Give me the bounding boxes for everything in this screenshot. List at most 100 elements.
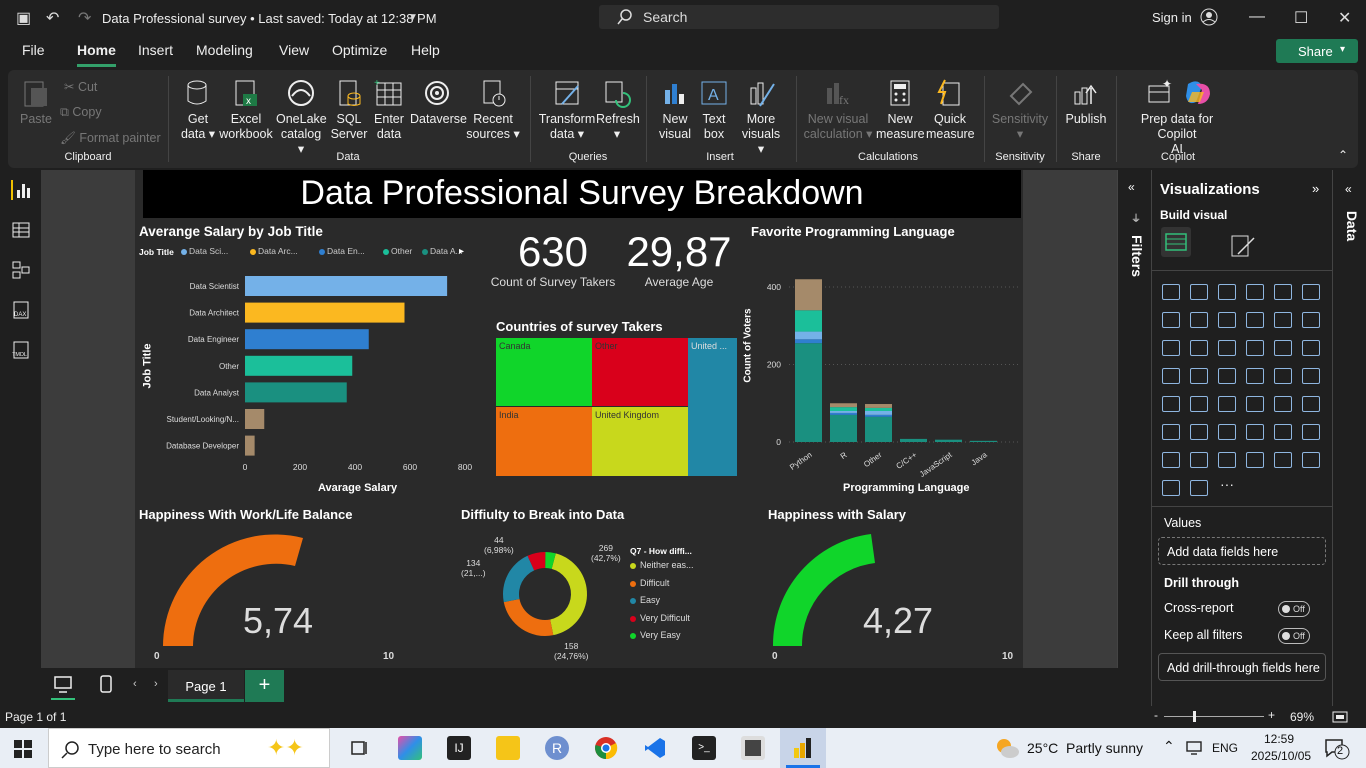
line-icon[interactable] <box>1162 312 1180 328</box>
format-visual-tab-icon[interactable] <box>1228 232 1256 260</box>
treemap-cell-india[interactable]: India <box>496 407 592 476</box>
filters-pane[interactable]: « ⏚ Filters <box>1117 170 1151 668</box>
donut-icon[interactable] <box>1302 340 1320 356</box>
taskbar-search[interactable]: Type here to search ✦✦ <box>48 728 330 768</box>
card-icon[interactable] <box>1302 368 1320 384</box>
menu-optimize[interactable]: Optimize <box>332 42 387 58</box>
paginated-icon[interactable] <box>1162 452 1180 468</box>
menu-insert[interactable]: Insert <box>138 42 173 58</box>
menu-file[interactable]: File <box>22 42 45 58</box>
publish-button[interactable]: Publish <box>1062 78 1110 127</box>
multi-card-icon[interactable] <box>1162 396 1180 412</box>
menu-home[interactable]: Home <box>77 42 116 67</box>
zoom-out-icon[interactable]: - <box>1154 708 1158 722</box>
collapse-left-icon[interactable]: « <box>1128 180 1135 194</box>
shape-map-icon[interactable] <box>1302 452 1320 468</box>
windows-start-icon[interactable] <box>14 740 32 758</box>
filters-label[interactable]: Filters <box>1129 235 1145 277</box>
100-column-icon[interactable] <box>1302 284 1320 300</box>
clustered-column-icon[interactable] <box>1246 284 1264 300</box>
redo-icon[interactable]: ↷ <box>78 8 91 28</box>
chevron-down-icon[interactable]: ▼ <box>408 12 418 23</box>
treemap-cell-united-kingdom[interactable]: United Kingdom <box>592 407 688 476</box>
dataverse-button[interactable]: Dataverse <box>410 78 467 127</box>
undo-icon[interactable]: ↶ <box>46 8 59 28</box>
treemap-cell-other[interactable]: Other <box>592 338 688 406</box>
stacked-area-icon[interactable] <box>1218 312 1236 328</box>
100-bar-icon[interactable] <box>1274 284 1292 300</box>
zoom-slider-thumb[interactable] <box>1193 711 1196 722</box>
azure-map-icon[interactable] <box>1246 368 1264 384</box>
report-view-icon[interactable] <box>11 180 31 200</box>
waterfall-icon[interactable] <box>1190 340 1208 356</box>
network-icon[interactable] <box>1186 740 1204 756</box>
table-icon[interactable] <box>1246 396 1264 412</box>
text-box-button[interactable]: A Text box <box>696 78 732 142</box>
stacked-bar-icon[interactable] <box>1162 284 1180 300</box>
new-visual-calculation-button[interactable]: fx New visual calculation ▾ <box>803 78 873 142</box>
refresh-button[interactable]: Refresh ▾ <box>596 78 640 142</box>
onelake-catalog-button[interactable]: OneLake catalog ▾ <box>276 78 327 157</box>
power-automate-icon[interactable] <box>1218 452 1236 468</box>
clock-date[interactable]: 2025/10/05 <box>1251 749 1311 763</box>
page-tab-1[interactable]: Page 1 <box>168 670 244 702</box>
close-icon[interactable]: ✕ <box>1338 8 1351 28</box>
account-icon[interactable] <box>1200 8 1218 26</box>
cross-report-toggle[interactable]: Off <box>1278 601 1310 617</box>
dax-query-view-icon[interactable]: DAX <box>11 300 31 320</box>
power-fx-icon[interactable] <box>1190 480 1208 496</box>
decomposition-tree-icon[interactable] <box>1218 424 1236 440</box>
sensitivity-button[interactable]: Sensitivity ▾ <box>990 78 1050 142</box>
desktop-layout-icon[interactable] <box>53 674 73 696</box>
gauge-icon[interactable] <box>1274 368 1292 384</box>
scatter-icon[interactable] <box>1246 340 1264 356</box>
format-painter-button[interactable]: 🖌 Format painter <box>60 131 161 146</box>
transform-data-button[interactable]: Transform data ▾ <box>538 78 596 142</box>
search-input[interactable]: Search <box>599 5 999 29</box>
values-drop-well[interactable]: Add data fields here <box>1158 537 1326 565</box>
tmdl-view-icon[interactable]: TMDL <box>11 340 31 360</box>
mobile-layout-icon[interactable] <box>99 674 113 696</box>
funnel-icon[interactable] <box>1218 340 1236 356</box>
legend-next-icon[interactable]: ▸ <box>459 246 464 257</box>
data-label[interactable]: Data <box>1344 211 1360 241</box>
add-page-button[interactable]: + <box>245 670 284 702</box>
clustered-bar-icon[interactable] <box>1218 284 1236 300</box>
new-visual-button[interactable]: New visual <box>656 78 694 142</box>
goals-icon[interactable] <box>1302 424 1320 440</box>
language-stacked-bar-chart[interactable]: 400 200 0 Python R Other C/C++ JavaScript Java <box>755 270 1023 480</box>
r-app-icon[interactable]: R <box>545 736 569 760</box>
photos-app-icon[interactable] <box>398 736 422 760</box>
recent-sources-button[interactable]: Recent sources ▾ <box>466 78 520 142</box>
100-area-icon[interactable] <box>1246 312 1264 328</box>
treemap-cell-canada[interactable]: Canada <box>496 338 592 406</box>
salary-bar-chart[interactable]: Data Scientist Data Architect Data Enginee… <box>135 266 485 498</box>
terminal-icon[interactable]: >_ <box>692 736 716 760</box>
map-icon[interactable] <box>1190 368 1208 384</box>
key-influencers-icon[interactable] <box>1190 424 1208 440</box>
arcgis-icon[interactable] <box>1246 452 1264 468</box>
quick-measure-button[interactable]: Quick measure <box>926 78 975 142</box>
cut-button[interactable]: ✂ Cut <box>64 79 97 94</box>
expand-right-icon[interactable]: » <box>1312 181 1319 196</box>
menu-help[interactable]: Help <box>411 42 440 58</box>
collapse-left-icon[interactable]: « <box>1345 182 1352 196</box>
filled-map-icon[interactable] <box>1218 368 1236 384</box>
chrome-icon[interactable] <box>594 736 618 760</box>
treemap-cell-united-states[interactable]: United ... <box>688 338 737 476</box>
line-column-icon[interactable] <box>1274 312 1292 328</box>
clock-time[interactable]: 12:59 <box>1264 732 1294 746</box>
calculator-app-icon[interactable] <box>741 736 765 760</box>
menu-view[interactable]: View <box>279 42 309 58</box>
power-apps-icon[interactable] <box>1190 452 1208 468</box>
drill-through-drop-well[interactable]: Add drill-through fields here <box>1158 653 1326 681</box>
maximize-icon[interactable]: ☐ <box>1294 8 1308 28</box>
ribbon-icon[interactable] <box>1162 340 1180 356</box>
table-view-icon[interactable] <box>11 220 31 240</box>
share-button[interactable]: Share ▾ <box>1276 39 1358 63</box>
qa-icon[interactable] <box>1246 424 1264 440</box>
fabric-icon[interactable] <box>1162 480 1180 496</box>
sql-server-button[interactable]: SQL Server <box>330 78 368 142</box>
slicer-icon[interactable] <box>1218 396 1236 412</box>
chart-custom-icon[interactable] <box>1274 452 1292 468</box>
